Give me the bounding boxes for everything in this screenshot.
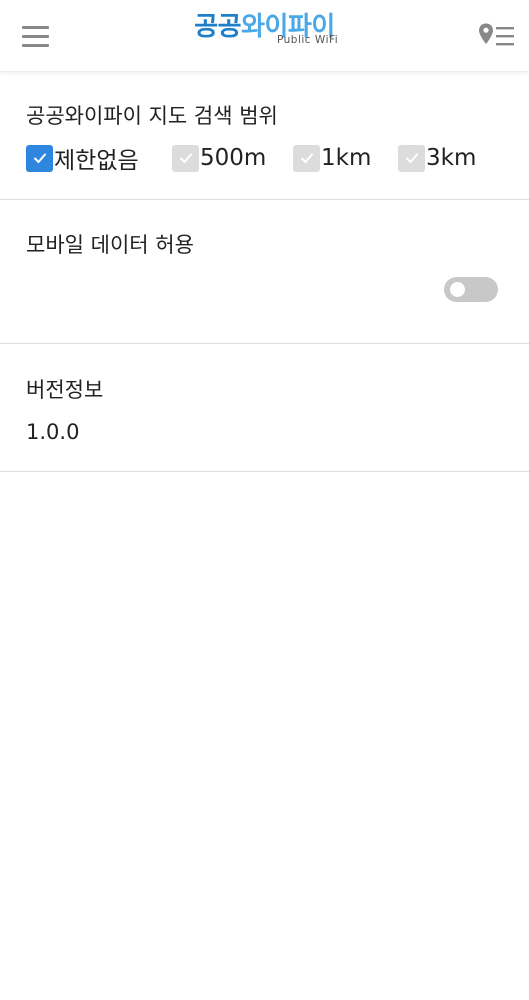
range-checkbox-1km[interactable] (293, 144, 320, 172)
range-option-unlimited[interactable]: 제한없음 (26, 143, 139, 174)
mobile-data-title: 모바일 데이터 허용 (26, 233, 194, 257)
version-title: 버전정보 (26, 378, 104, 402)
range-option-500m[interactable]: 500m (172, 143, 266, 173)
range-label-500m: 500m (200, 145, 267, 171)
app-header: 공공와이파이 Public WiFi (0, 0, 529, 72)
version-section (0, 344, 529, 472)
check-icon (33, 153, 46, 163)
search-range-section (0, 72, 529, 200)
map-list-icon[interactable] (478, 22, 516, 50)
app-logo: 공공와이파이 (0, 10, 529, 44)
check-icon (179, 153, 192, 163)
range-label-3km: 3km (426, 145, 477, 171)
range-label-1km: 1km (321, 145, 372, 171)
range-option-1km[interactable]: 1km (293, 143, 371, 173)
toggle-knob (450, 282, 465, 297)
range-checkbox-3km[interactable] (398, 144, 425, 172)
logo-title-part1: 공공 (194, 12, 242, 42)
version-value: 1.0.0 (26, 420, 80, 444)
range-label-unlimited: 제한없음 (54, 148, 139, 174)
check-icon (405, 153, 418, 163)
check-icon (300, 153, 313, 163)
range-checkbox-unlimited[interactable] (26, 144, 53, 172)
range-checkbox-500m[interactable] (172, 144, 199, 172)
range-option-3km[interactable]: 3km (398, 143, 476, 173)
search-range-title: 공공와이파이 지도 검색 범위 (26, 104, 278, 128)
logo-subtitle: Public WiFi (277, 34, 339, 46)
mobile-data-toggle[interactable] (444, 277, 498, 302)
mobile-data-section (0, 200, 529, 344)
